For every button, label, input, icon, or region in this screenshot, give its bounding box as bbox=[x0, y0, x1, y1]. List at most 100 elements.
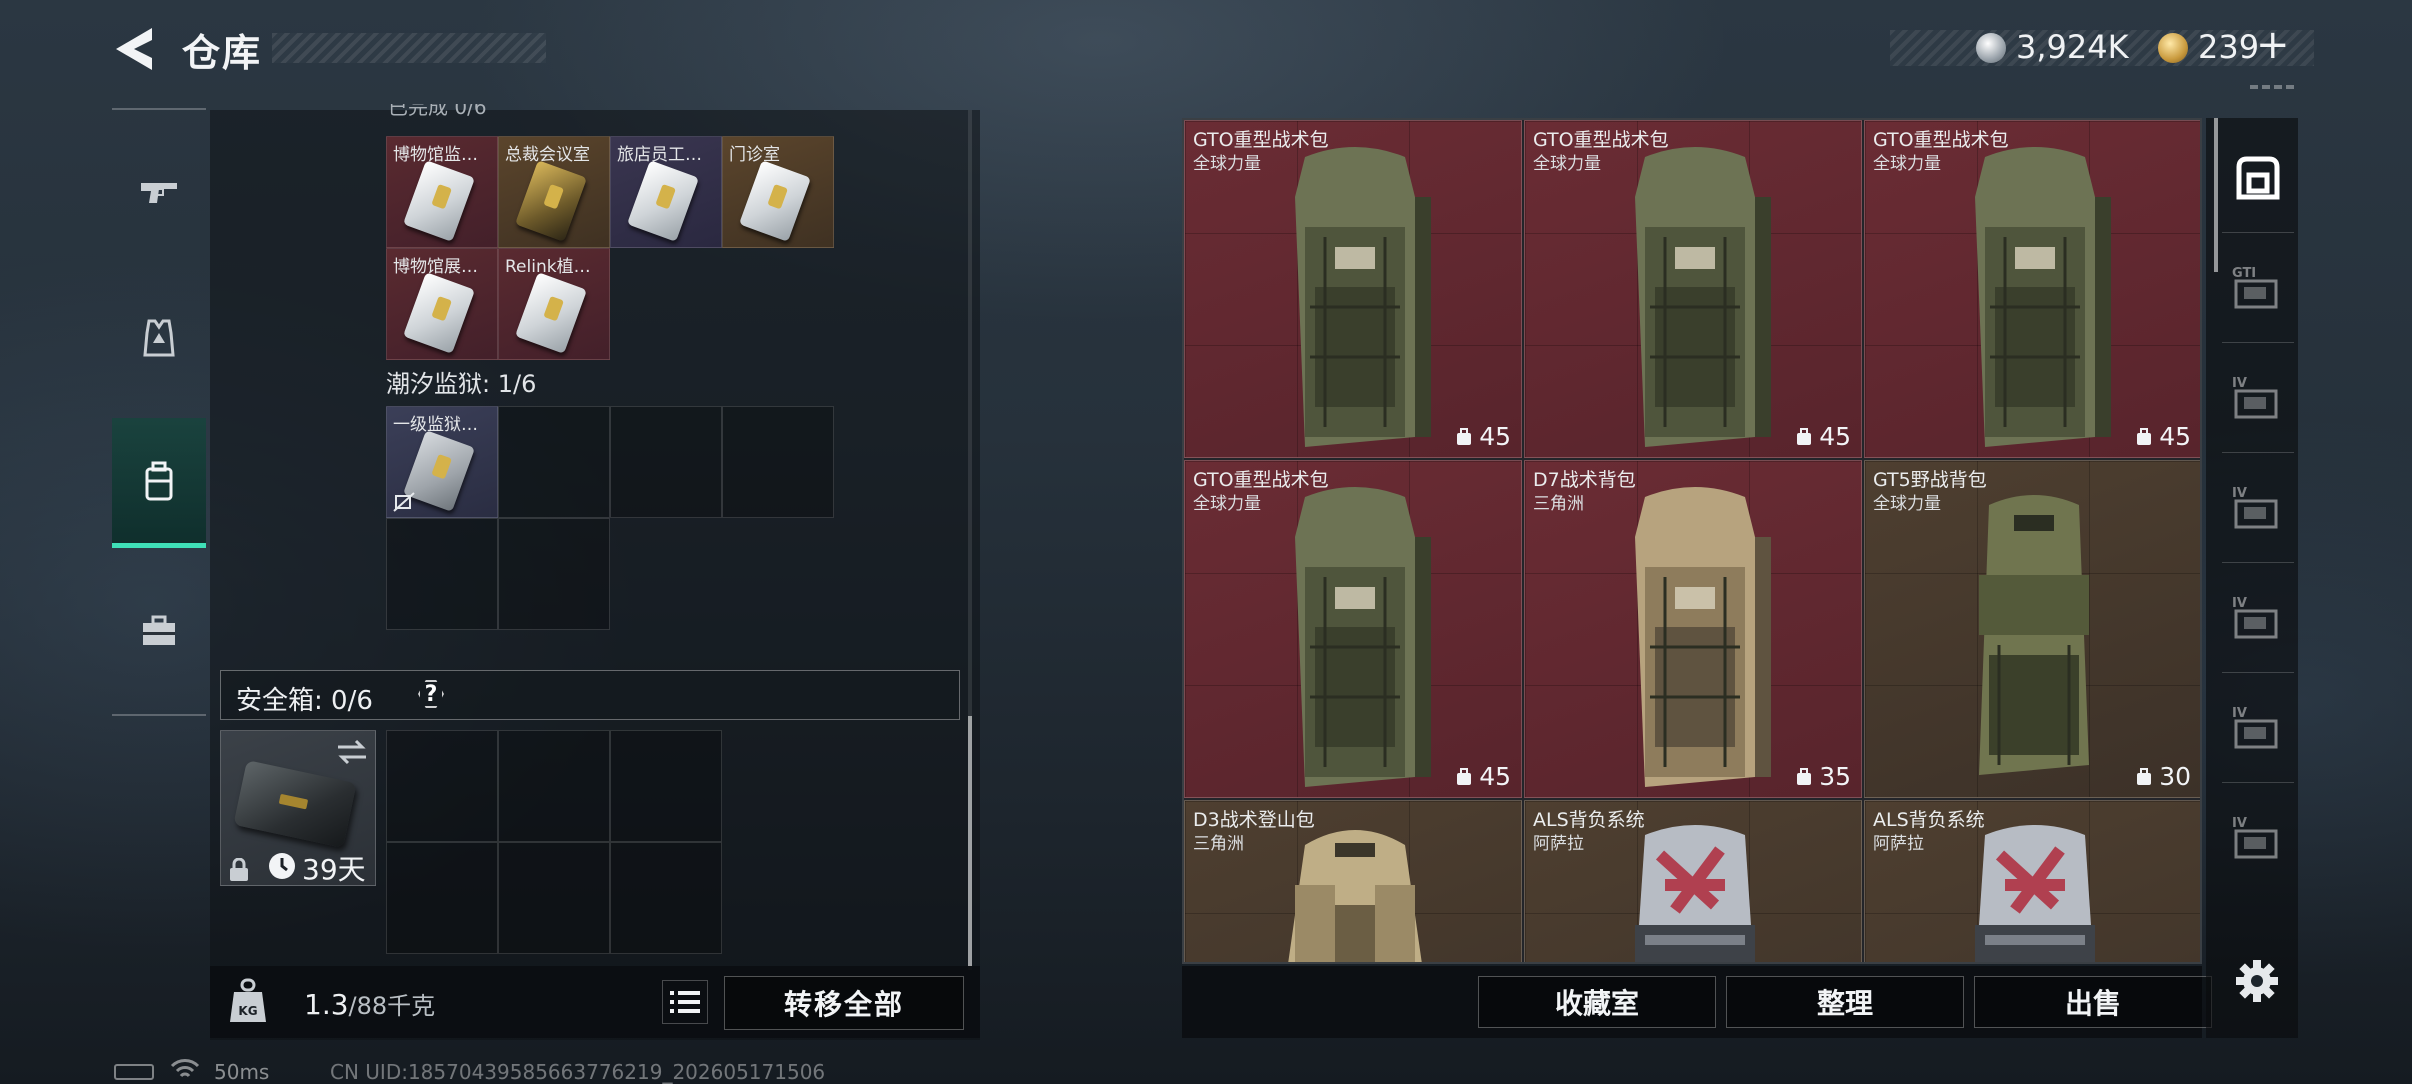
backpack-image bbox=[1275, 815, 1435, 962]
safe-box-slot[interactable] bbox=[610, 730, 722, 842]
capacity-value: 35 bbox=[1819, 762, 1851, 791]
backpack-image bbox=[1605, 137, 1785, 457]
item-name: GTO重型战术包 bbox=[1873, 129, 2009, 151]
backpack-item[interactable]: ALS背负系统 阿萨拉 bbox=[1524, 800, 1862, 962]
silver-coin-icon bbox=[1976, 33, 2006, 63]
keycard-image bbox=[514, 272, 588, 354]
item-manufacturer: 三角洲 bbox=[1533, 494, 1584, 514]
safe-box-slot[interactable] bbox=[498, 730, 610, 842]
empty-slot[interactable] bbox=[386, 518, 498, 630]
gold-currency-value: 239 bbox=[2198, 28, 2260, 66]
backpack-item[interactable]: GTO重型战术包 全球力量 45 bbox=[1184, 120, 1522, 458]
backpack-item[interactable]: ALS背负系统 阿萨拉 bbox=[1864, 800, 2200, 962]
list-view-button[interactable] bbox=[662, 980, 708, 1024]
collection-room-button[interactable]: 收藏室 bbox=[1478, 976, 1716, 1028]
weight-readout: 1.3/88千克 bbox=[304, 986, 435, 1021]
filter-tab-6[interactable]: IV bbox=[2222, 678, 2294, 778]
key-card-item[interactable]: 一级监狱… bbox=[386, 406, 498, 518]
filter-tab-4[interactable]: IV bbox=[2222, 458, 2294, 558]
sell-button[interactable]: 出售 bbox=[1974, 976, 2212, 1028]
armor-vest-icon bbox=[143, 319, 175, 357]
filter-tab-7[interactable]: IV bbox=[2222, 788, 2294, 888]
empty-slot[interactable] bbox=[498, 406, 610, 518]
filter-tab-1[interactable] bbox=[2222, 128, 2294, 228]
backpack-item[interactable]: GTO重型战术包 全球力量 45 bbox=[1524, 120, 1862, 458]
window-dots-icon bbox=[2250, 85, 2294, 89]
empty-slot[interactable] bbox=[610, 406, 722, 518]
pistol-icon bbox=[141, 183, 177, 203]
item-name: D3战术登山包 bbox=[1193, 809, 1315, 831]
backpack-item[interactable]: GTO重型战术包 全球力量 45 bbox=[1184, 460, 1522, 798]
weight-value: 1.3 bbox=[304, 988, 349, 1021]
gt1-backpack-icon: GTI bbox=[2232, 266, 2278, 309]
list-icon bbox=[670, 991, 700, 1013]
backpack-item[interactable]: D7战术背包 三角洲 35 bbox=[1524, 460, 1862, 798]
backpack-item[interactable]: GTO重型战术包 全球力量 45 bbox=[1864, 120, 2200, 458]
battery-icon bbox=[114, 1064, 154, 1080]
key-card-item[interactable]: 博物馆监… bbox=[386, 136, 498, 248]
key-card-item[interactable]: 旅店员工… bbox=[610, 136, 722, 248]
backpack-image bbox=[1625, 815, 1765, 962]
empty-slot[interactable] bbox=[722, 406, 834, 518]
filter-divider bbox=[2222, 342, 2294, 343]
capacity-badge: 45 bbox=[1455, 422, 1511, 451]
capacity-icon bbox=[1457, 427, 1472, 445]
filter-divider bbox=[2222, 562, 2294, 563]
transfer-all-button[interactable]: 转移全部 bbox=[724, 976, 964, 1030]
empty-slot[interactable] bbox=[498, 518, 610, 630]
wifi-icon bbox=[170, 1059, 200, 1078]
key-card-item[interactable]: 总裁会议室 bbox=[498, 136, 610, 248]
filter-tab-5[interactable]: IV bbox=[2222, 568, 2294, 668]
tier4-backpack-icon-4: IV bbox=[2232, 706, 2278, 749]
filter-tab-2[interactable]: GTI bbox=[2222, 238, 2294, 338]
tab-weapons[interactable] bbox=[112, 126, 206, 256]
container-scroll-thumb[interactable] bbox=[968, 716, 972, 966]
filter-scroll-thumb[interactable] bbox=[2214, 118, 2218, 272]
tab-backpacks[interactable] bbox=[112, 418, 206, 548]
item-manufacturer: 全球力量 bbox=[1873, 154, 1941, 174]
backpack-item[interactable]: D3战术登山包 三角洲 bbox=[1184, 800, 1522, 962]
sort-button[interactable]: 整理 bbox=[1726, 976, 1964, 1028]
key-card-item[interactable]: 门诊室 bbox=[722, 136, 834, 248]
safe-box-slot[interactable] bbox=[498, 842, 610, 954]
capacity-value: 45 bbox=[1479, 762, 1511, 791]
key-group-label-prison: 潮汐监狱: 1/6 bbox=[386, 370, 537, 398]
item-name: Relink植… bbox=[505, 257, 591, 277]
safe-box-slot[interactable] bbox=[386, 730, 498, 842]
swap-icon[interactable] bbox=[336, 738, 368, 766]
key-card-item[interactable]: Relink植… bbox=[498, 248, 610, 360]
capacity-value: 45 bbox=[1479, 422, 1511, 451]
capacity-icon bbox=[2137, 767, 2152, 785]
back-arrow-icon[interactable] bbox=[112, 24, 156, 74]
item-manufacturer: 阿萨拉 bbox=[1873, 834, 1924, 854]
capacity-icon bbox=[1797, 767, 1812, 785]
item-name: ALS背负系统 bbox=[1533, 809, 1645, 831]
gear-icon[interactable] bbox=[2234, 958, 2280, 1004]
svg-text:IV: IV bbox=[2232, 816, 2247, 831]
filter-tab-3[interactable]: IV bbox=[2222, 348, 2294, 448]
filter-divider bbox=[2222, 232, 2294, 233]
item-manufacturer: 全球力量 bbox=[1533, 154, 1601, 174]
svg-text:IV: IV bbox=[2232, 706, 2247, 721]
key-group-label: 已完成 0/6 bbox=[388, 104, 487, 118]
item-name: 总裁会议室 bbox=[505, 145, 590, 165]
safe-box-slot[interactable] bbox=[386, 842, 498, 954]
safe-box-label: 安全箱: 0/6 bbox=[236, 686, 373, 716]
add-currency-button[interactable]: + bbox=[2256, 22, 2290, 68]
item-name: GTO重型战术包 bbox=[1193, 129, 1329, 151]
tab-tools[interactable] bbox=[112, 566, 206, 696]
unavailable-icon bbox=[393, 491, 415, 513]
capacity-badge: 35 bbox=[1795, 762, 1851, 791]
help-icon[interactable]: ? bbox=[416, 678, 446, 710]
item-manufacturer: 三角洲 bbox=[1193, 834, 1244, 854]
safe-box-slot[interactable] bbox=[610, 842, 722, 954]
tab-armor[interactable] bbox=[112, 272, 206, 402]
capacity-badge: 45 bbox=[1455, 762, 1511, 791]
capacity-badge: 30 bbox=[2135, 762, 2191, 791]
keycard-image bbox=[626, 160, 700, 242]
key-card-item[interactable]: 博物馆展… bbox=[386, 248, 498, 360]
backpack-item[interactable]: GT5野战背包 全球力量 30 bbox=[1864, 460, 2200, 798]
ping-readout: 50ms bbox=[214, 1060, 270, 1084]
tier4-backpack-icon-1: IV bbox=[2232, 376, 2278, 419]
page-title: 仓库 bbox=[182, 31, 263, 75]
